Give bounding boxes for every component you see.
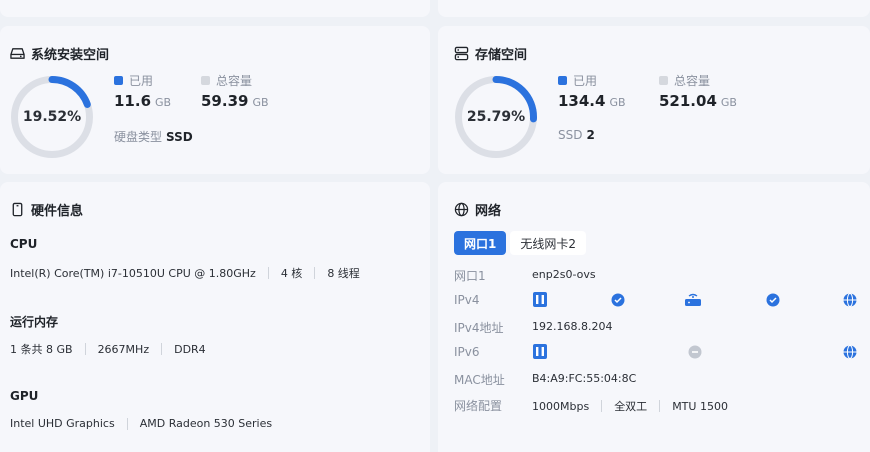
check-icon (611, 293, 625, 307)
total-value-number: 521.04 (659, 92, 717, 110)
storage-ssd-count: SSD 2 (558, 128, 595, 142)
ssd-count-value: 2 (586, 128, 595, 142)
mac-label: MAC地址 (454, 373, 505, 387)
cpu-model: Intel(R) Core(TM) i7-10510U CPU @ 1.80GH… (10, 266, 256, 280)
system-disk-title: 系统安装空间 (10, 44, 109, 63)
duplex-mode: 全双工 (614, 400, 648, 413)
gpu-heading: GPU (10, 389, 39, 403)
total-value-unit: GB (252, 96, 269, 109)
hardware-title: 硬件信息 (10, 200, 83, 219)
used-value-unit: GB (609, 96, 626, 109)
ipv6-connection-path (533, 344, 857, 359)
memory-frequency: 2667MHz (97, 342, 150, 356)
total-legend-swatch (659, 76, 668, 85)
network-title: 网络 (454, 200, 501, 219)
nic-icon (533, 344, 547, 359)
gpu-1: Intel UHD Graphics (10, 417, 115, 430)
gpu-2: AMD Radeon 530 Series (139, 417, 273, 430)
memory-type: DDR4 (174, 342, 206, 356)
hardware-card: 硬件信息 CPU Intel(R) Core(TM) i7-10510U CPU… (0, 182, 430, 452)
system-disk-card: 系统安装空间 19.52% 已用 11.6 GB 总容量 59.39 GB 硬盘类型… (0, 26, 430, 174)
used-value-unit: GB (155, 96, 172, 109)
total-value-number: 59.39 (201, 92, 249, 110)
used-legend-swatch (558, 76, 567, 85)
network-tabs: 网口1 无线网卡2 (454, 231, 586, 255)
total-legend-label: 总容量 (674, 74, 711, 88)
globe-icon (843, 345, 857, 359)
cpu-threads: 8 线程 (327, 267, 360, 280)
memory-count: 1 条共 8 GB (10, 343, 73, 356)
mac-value: B4:A9:FC:55:04:8C (532, 372, 637, 385)
storage-title-text: 存储空间 (475, 48, 528, 63)
divider (267, 267, 269, 279)
storage-total-legend: 总容量 (659, 72, 710, 89)
system-disk-type: 硬盘类型 SSD (114, 128, 193, 145)
storage-title: 存储空间 (454, 44, 527, 63)
system-disk-percent: 19.52% (22, 109, 82, 125)
globe-icon (843, 293, 857, 307)
nic-icon (533, 292, 547, 307)
system-disk-total-value: 59.39 GB (201, 92, 269, 110)
top-left-card-partial (0, 0, 430, 17)
used-legend-label: 已用 (573, 74, 598, 88)
ipv4-label: IPv4 (454, 293, 480, 307)
divider (84, 343, 86, 355)
cpu-details: Intel(R) Core(TM) i7-10510U CPU @ 1.80GH… (10, 265, 360, 281)
cpu-cores: 4 核 (280, 267, 303, 280)
tab-wireless-2[interactable]: 无线网卡2 (510, 231, 586, 255)
network-config-values: 1000Mbps 全双工 MTU 1500 (532, 398, 728, 414)
minus-icon (688, 345, 702, 359)
used-legend-swatch (114, 76, 123, 85)
port-label: 网口1 (454, 269, 486, 283)
divider (314, 267, 316, 279)
disk-type-label: 硬盘类型 (114, 130, 163, 144)
port-value: enp2s0-ovs (532, 268, 596, 281)
system-disk-used-legend: 已用 (114, 72, 153, 89)
divider (659, 400, 661, 412)
total-value-unit: GB (720, 96, 737, 109)
storage-used-legend: 已用 (558, 72, 597, 89)
system-disk-title-text: 系统安装空间 (31, 48, 110, 63)
storage-used-value: 134.4 GB (558, 92, 626, 110)
memory-details: 1 条共 8 GB 2667MHz DDR4 (10, 341, 206, 357)
divider (126, 417, 128, 430)
ipv4-address-value: 192.168.8.204 (532, 320, 613, 333)
device-icon (12, 202, 23, 217)
network-config-label: 网络配置 (454, 399, 503, 413)
memory-heading: 运行内存 (10, 315, 59, 329)
ssd-label: SSD (558, 128, 583, 142)
ipv4-address-label: IPv4地址 (454, 321, 504, 335)
network-title-text: 网络 (475, 204, 502, 219)
gpu-details: Intel UHD Graphics AMD Radeon 530 Series (10, 417, 272, 430)
total-legend-label: 总容量 (216, 74, 253, 88)
divider (601, 400, 603, 412)
ipv4-connection-path (533, 292, 857, 307)
hard-drive-icon (10, 48, 25, 59)
storage-total-value: 521.04 GB (659, 92, 737, 110)
check-icon (766, 293, 780, 307)
system-disk-total-legend: 总容量 (201, 72, 252, 89)
tab-port-1[interactable]: 网口1 (454, 231, 507, 255)
storage-card: 存储空间 25.79% 已用 134.4 GB 总容量 521.04 GB SSD 2 (438, 26, 870, 174)
total-legend-swatch (201, 76, 210, 85)
disk-type-value: SSD (166, 130, 193, 144)
used-value-number: 134.4 (558, 92, 606, 110)
storage-icon (454, 46, 469, 61)
divider (161, 343, 163, 355)
top-right-card-partial (438, 0, 870, 17)
mtu-value: MTU 1500 (672, 399, 728, 413)
storage-percent: 25.79% (466, 109, 526, 125)
globe-icon (454, 202, 469, 217)
cpu-heading: CPU (10, 237, 38, 251)
link-speed: 1000Mbps (532, 399, 590, 413)
hardware-title-text: 硬件信息 (31, 204, 84, 219)
used-legend-label: 已用 (129, 74, 154, 88)
router-icon (685, 293, 701, 306)
system-disk-used-value: 11.6 GB (114, 92, 171, 110)
ipv6-label: IPv6 (454, 345, 480, 359)
network-card: 网络 网口1 无线网卡2 网口1 enp2s0-ovs IPv4 IPv4地址 … (438, 182, 870, 452)
used-value-number: 11.6 (114, 92, 152, 110)
